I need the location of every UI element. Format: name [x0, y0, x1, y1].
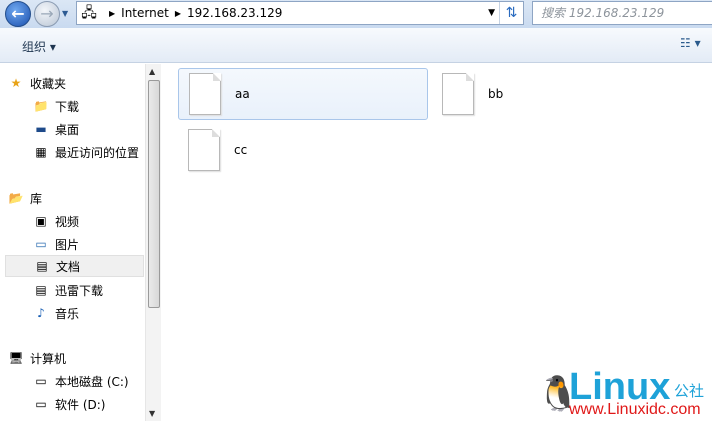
file-name: aa	[235, 87, 250, 101]
file-item-aa[interactable]: aa	[178, 68, 428, 120]
sidebar-item-documents[interactable]: ▤ 文档	[5, 255, 144, 277]
file-name: cc	[234, 143, 248, 157]
sidebar-label: 本地磁盘 (C:)	[55, 374, 129, 389]
star-icon: ★	[10, 76, 22, 90]
sidebar-label: 软件 (D:)	[55, 397, 106, 412]
sidebar-item-xunlei[interactable]: ▤ 迅雷下载	[33, 279, 144, 301]
sidebar-item-recent[interactable]: ▦ 最近访问的位置	[33, 141, 144, 163]
download-folder-icon: 📁	[33, 99, 49, 113]
drive-icon: ▭	[35, 397, 47, 411]
organize-button[interactable]: 组织 ▾	[22, 38, 56, 55]
file-icon	[442, 73, 474, 115]
sidebar-item-downloads[interactable]: 📁 下载	[33, 95, 144, 117]
library-icon: 📂	[8, 191, 24, 205]
sidebar-label: 桌面	[55, 122, 80, 137]
sidebar-libraries[interactable]: 📂 库	[8, 187, 144, 209]
sidebar-label: 文档	[56, 259, 81, 274]
breadcrumb-internet[interactable]: Internet	[121, 6, 169, 20]
file-icon	[189, 73, 221, 115]
watermark-logo: 🐧 Linux 公社 www.Linuxidc.com	[535, 366, 712, 421]
scroll-up-icon[interactable]: ▲	[149, 67, 155, 76]
sidebar-scrollbar[interactable]: ▲ ▼	[145, 64, 161, 421]
sidebar-label: 迅雷下载	[55, 283, 104, 298]
logo-cn: 公社	[674, 382, 705, 400]
address-bar-area: ← → ▼ 🖧 ▶ Internet ▶ 192.168.23.129 ▼ ⇅ …	[0, 0, 712, 28]
change-view-icon[interactable]: ☷ ▾	[680, 36, 701, 50]
search-input[interactable]: 搜索 192.168.23.129	[532, 1, 712, 25]
logo-url: www.Linuxidc.com	[569, 401, 701, 418]
sidebar-label: 收藏夹	[30, 76, 67, 91]
file-item-cc[interactable]: cc	[178, 124, 428, 176]
sidebar-label: 图片	[55, 237, 80, 252]
picture-icon: ▭	[35, 237, 47, 251]
video-icon: ▣	[35, 214, 47, 228]
document-icon: ▤	[35, 283, 47, 297]
recent-places-icon: ▦	[35, 145, 47, 159]
address-dropdown-icon[interactable]: ▼	[488, 8, 495, 18]
breadcrumb-host[interactable]: 192.168.23.129	[187, 6, 282, 20]
music-icon: ♪	[37, 306, 45, 320]
scrollbar-thumb[interactable]	[148, 80, 160, 308]
sidebar-favorites[interactable]: ★ 收藏夹	[8, 72, 144, 94]
chevron-right-icon: ▶	[109, 8, 116, 18]
back-button[interactable]: ←	[5, 1, 31, 27]
address-field[interactable]: 🖧 ▶ Internet ▶ 192.168.23.129 ▼ ⇅	[76, 1, 524, 25]
forward-button[interactable]: →	[34, 1, 60, 27]
sidebar-label: 视频	[55, 214, 80, 229]
sidebar-label: 音乐	[55, 306, 80, 321]
sidebar-item-pictures[interactable]: ▭ 图片	[33, 233, 144, 255]
sidebar-item-drive-d[interactable]: ▭ 软件 (D:)	[33, 393, 144, 415]
file-icon	[188, 129, 220, 171]
sidebar-label: 库	[30, 191, 43, 206]
desktop-icon: ▬	[35, 122, 47, 136]
navigation-pane: ★ 收藏夹 📁 下载 ▬ 桌面 ▦ 最近访问的位置 📂 库 ▣ 视频 ▭ 图片 ▤ 文档 ▤ 迅雷…	[0, 64, 145, 421]
sidebar-label: 下载	[55, 99, 80, 114]
network-icon: 🖧	[81, 5, 97, 21]
document-icon: ▤	[36, 259, 48, 273]
sidebar-item-desktop[interactable]: ▬ 桌面	[33, 118, 144, 140]
sidebar-item-videos[interactable]: ▣ 视频	[33, 210, 144, 232]
recent-pages-dropdown[interactable]: ▼	[62, 9, 68, 18]
sidebar-computer[interactable]: 🖥 计算机	[8, 347, 144, 369]
sidebar-label: 最近访问的位置	[55, 145, 140, 160]
file-name: bb	[488, 87, 504, 101]
sidebar-item-drive-c[interactable]: ▭ 本地磁盘 (C:)	[33, 370, 144, 392]
file-item-bb[interactable]: bb	[432, 68, 682, 120]
chevron-right-icon: ▶	[174, 8, 181, 18]
scroll-down-icon[interactable]: ▼	[149, 409, 155, 418]
command-bar: 组织 ▾ ☷ ▾	[0, 28, 712, 63]
sidebar-item-music[interactable]: ♪ 音乐	[33, 302, 144, 324]
sidebar-label: 计算机	[30, 351, 67, 366]
system-drive-icon: ▭	[35, 374, 47, 388]
computer-icon: 🖥	[8, 351, 24, 365]
refresh-icon[interactable]: ⇅	[499, 2, 523, 24]
